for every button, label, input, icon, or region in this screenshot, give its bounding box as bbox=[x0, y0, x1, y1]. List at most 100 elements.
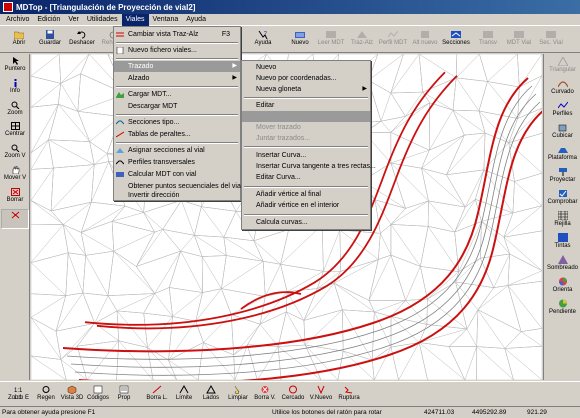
tool-codigos-button[interactable]: Códigos bbox=[84, 384, 112, 404]
submenu-item-insertar-curva-tangente[interactable]: Insertar Curva tangente a tres rectas... bbox=[242, 161, 376, 172]
menu-item-alzado[interactable]: Alzado ▶ bbox=[114, 73, 240, 84]
tool-cubicar-button[interactable]: Cubicar bbox=[544, 122, 580, 142]
submenu-item-juntar-trazados[interactable]: Juntar trazados... bbox=[242, 133, 370, 144]
menu-ventana[interactable]: Ventana bbox=[149, 14, 183, 26]
tool-ruptura-button[interactable]: Ruptura bbox=[335, 384, 363, 404]
sides-icon bbox=[206, 385, 216, 394]
zoom-e-label[interactable]: Zoom E bbox=[8, 395, 29, 401]
tool-centrar-button[interactable]: Centrar bbox=[1, 121, 29, 141]
status-z: 921.29 bbox=[527, 409, 547, 416]
toolbar-sec-vial-button[interactable]: Sec. Vial bbox=[535, 29, 567, 51]
submenu-item-nuevo[interactable]: Nuevo bbox=[242, 62, 370, 73]
title-bar: MDTop - [Triangulación de Proyección de … bbox=[0, 0, 580, 14]
perfiles-icon bbox=[557, 101, 568, 109]
menu-item-tablas-peraltes[interactable]: Tablas de peraltes... bbox=[114, 129, 240, 140]
new-file-icon bbox=[116, 47, 124, 54]
tool-pendiente-button[interactable]: Pendiente bbox=[544, 298, 580, 318]
scale-icon: 1:1 bbox=[14, 388, 23, 394]
toolbar-perfil-mdt-button[interactable]: Perfil MDT bbox=[377, 29, 409, 51]
tool-orienta-button[interactable]: Orienta bbox=[544, 276, 580, 296]
tool-sombreado-button[interactable]: Sombreado bbox=[544, 254, 580, 274]
menu-archivo[interactable]: Archivo bbox=[2, 14, 33, 26]
tool-zoom-v-button[interactable]: Zoom V bbox=[1, 143, 29, 163]
tool-cercado-button[interactable]: Cercado bbox=[279, 384, 307, 404]
menu-utilidades[interactable]: Utilidades bbox=[83, 14, 122, 26]
tool-rejilla-button[interactable]: Rejilla bbox=[544, 210, 580, 230]
menu-item-cambiar-vista[interactable]: Cambiar vista Traz-Alz F3 bbox=[114, 29, 240, 40]
menu-item-calcular-mdt[interactable]: Calcular MDT con vial bbox=[114, 169, 240, 180]
cubicar-icon bbox=[558, 124, 566, 132]
menu-item-secciones-tipo[interactable]: Secciones tipo... bbox=[114, 117, 240, 128]
viales-menu: Cambiar vista Traz-Alz F3 Nuevo fichero v… bbox=[113, 26, 248, 201]
tool-info-button[interactable]: Info bbox=[1, 78, 29, 98]
fence-icon bbox=[289, 385, 297, 394]
tool-prop-button[interactable]: Prop bbox=[110, 384, 138, 404]
tool-comprobar-button[interactable]: Comprobar bbox=[544, 188, 580, 208]
menu-ver[interactable]: Ver bbox=[64, 14, 83, 26]
menu-ayuda[interactable]: Ayuda bbox=[182, 14, 210, 26]
submenu-item-nuevo-coordenadas[interactable]: Nuevo por coordenadas... bbox=[242, 73, 370, 84]
new-icon bbox=[295, 32, 305, 38]
tool-mover-v-button[interactable]: Mover V bbox=[1, 165, 29, 185]
toolbar-mdt-vial-button[interactable]: MDT Vial bbox=[503, 29, 535, 51]
submenu-item-insertar-curva[interactable]: Insertar Curva... bbox=[242, 150, 370, 161]
submenu-item-mover-trazado[interactable]: Mover trazado bbox=[242, 122, 370, 133]
load-mdt-icon bbox=[116, 92, 124, 98]
right-toolbar: Triangular Curvado Perfiles Cubicar Plat… bbox=[543, 54, 580, 380]
submenu-item-anadir-vertice-final[interactable]: Añadir vértice al final bbox=[242, 189, 370, 200]
menu-item-trazado[interactable]: Trazado ▶ bbox=[114, 61, 240, 72]
toolbar-alt-nuevo-button[interactable]: Alt nuevo bbox=[409, 29, 441, 51]
perfil-mdt-icon bbox=[388, 30, 398, 38]
menu-item-asignar-secciones[interactable]: Asignar secciones al vial bbox=[114, 145, 240, 156]
tool-triangular-button[interactable]: Triangular bbox=[544, 56, 580, 76]
toolbar-abrir-button[interactable]: Abrir bbox=[3, 29, 35, 51]
submenu-item-calcula-curvas[interactable]: Calcula curvas... bbox=[242, 217, 370, 228]
toolbar-leer-mdt-button[interactable]: Leer MDT bbox=[315, 29, 347, 51]
menu-viales[interactable]: Viales bbox=[121, 13, 149, 26]
help-icon: ? bbox=[258, 30, 268, 39]
submenu-item-nueva-gloneta[interactable]: Nueva gloneta ▶ bbox=[242, 84, 370, 95]
tool-zoom-button[interactable]: Zoom bbox=[1, 100, 29, 120]
tool-borra-l-button[interactable]: Borra L. bbox=[143, 384, 171, 404]
submenu-item-editar[interactable]: Editar bbox=[242, 100, 370, 111]
tintas-icon bbox=[557, 233, 568, 242]
toolbar-guardar-button[interactable]: Guardar bbox=[34, 29, 66, 51]
tool-regen-button[interactable]: Regen bbox=[32, 384, 60, 404]
svg-text:1:1: 1:1 bbox=[14, 388, 23, 394]
tool-tintas-button[interactable]: Tintas bbox=[544, 232, 580, 252]
tool-scale-button[interactable]: 1:1 1:1 bbox=[4, 384, 32, 404]
menu-item-cargar-mdt[interactable]: Cargar MDT... bbox=[114, 89, 240, 100]
toolbar-ayuda-button[interactable]: ? Ayuda bbox=[247, 29, 279, 51]
tool-vista-3d-button[interactable]: Vista 3D bbox=[58, 384, 86, 404]
tool-plataforma-button[interactable]: Plataforma bbox=[544, 144, 580, 164]
submenu-item-anadir-vertice-interior[interactable]: Añadir vértice en el interior bbox=[242, 200, 370, 211]
tool-puntero-button[interactable]: Puntero bbox=[1, 56, 29, 76]
menu-edicion[interactable]: Edición bbox=[33, 14, 64, 26]
toolbar-transv-button[interactable]: Transv bbox=[472, 29, 504, 51]
submenu-item-highlighted[interactable] bbox=[242, 111, 370, 122]
tool-pick-button[interactable] bbox=[1, 209, 29, 229]
limit-icon bbox=[179, 385, 189, 394]
toolbar-secciones-button[interactable]: Secciones bbox=[440, 29, 472, 51]
toolbar-traz-alz-button[interactable]: Traz-Alz bbox=[346, 29, 378, 51]
save-disk-icon bbox=[46, 30, 54, 39]
tool-borra-v-button[interactable]: Borra V. bbox=[251, 384, 279, 404]
toolbar-deshacer-button[interactable]: Deshacer bbox=[66, 29, 98, 51]
menu-item-nuevo-fichero[interactable]: Nuevo fichero viales... bbox=[114, 45, 240, 56]
toolbar-nuevo-button[interactable]: Nuevo bbox=[284, 29, 316, 51]
tool-curvado-button[interactable]: Curvado bbox=[544, 78, 580, 98]
tool-v-nuevo-button[interactable]: V.Nuevo bbox=[307, 384, 335, 404]
tool-lados-button[interactable]: Lados bbox=[197, 384, 225, 404]
menu-item-invertir-direccion[interactable]: Invertir dirección bbox=[114, 191, 240, 201]
tool-limpiar-button[interactable]: Limpiar bbox=[224, 384, 252, 404]
menu-item-perfiles-transversales[interactable]: Perfiles transversales bbox=[114, 157, 240, 168]
plataforma-icon bbox=[557, 148, 568, 153]
status-mouse-hint: Utilice los botones del ratón para rotar bbox=[272, 409, 382, 416]
tool-perfiles-button[interactable]: Perfiles bbox=[544, 100, 580, 120]
tool-borrar-button[interactable]: Borrar bbox=[1, 187, 29, 207]
tool-proyectar-button[interactable]: Proyectar bbox=[544, 166, 580, 186]
tool-limite-button[interactable]: Límite bbox=[170, 384, 198, 404]
submenu-item-editar-curva[interactable]: Editar Curva... bbox=[242, 172, 370, 183]
menu-item-descargar-mdt[interactable]: Descargar MDT bbox=[114, 101, 240, 112]
orienta-icon bbox=[558, 277, 567, 286]
